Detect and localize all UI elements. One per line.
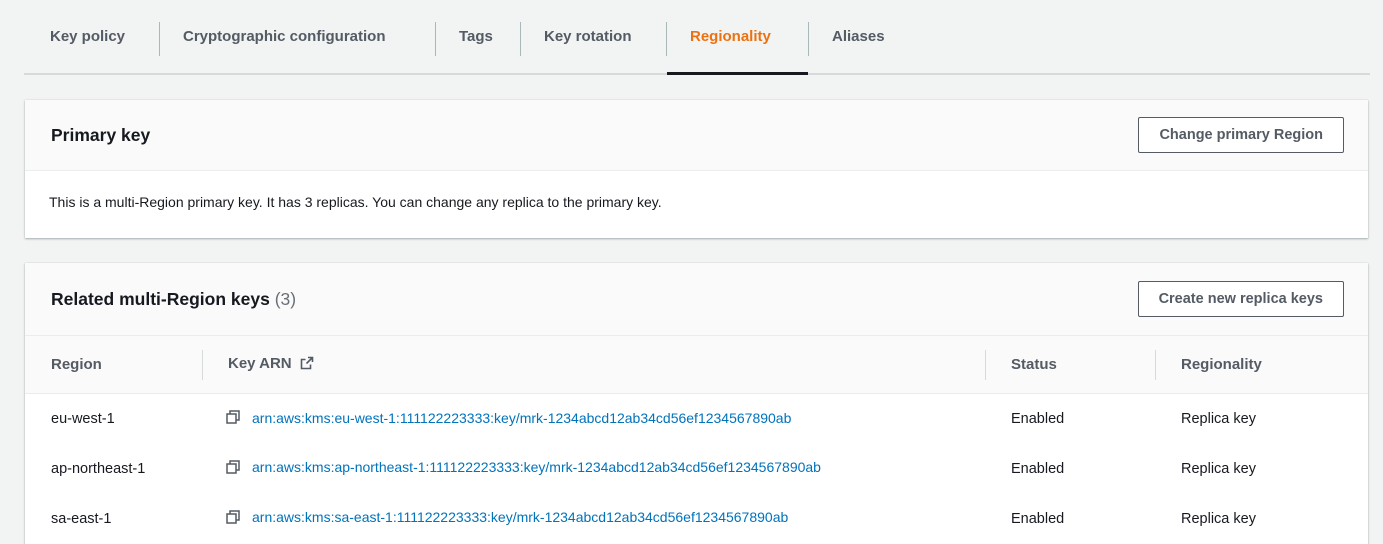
- cell-key-arn: arn:aws:kms:eu-west-1:111122223333:key/m…: [202, 394, 985, 444]
- copy-icon[interactable]: [226, 509, 240, 528]
- related-keys-panel: Related multi-Region keys (3) Create new…: [25, 263, 1368, 544]
- column-header-label: Status: [1011, 356, 1057, 373]
- cell-status: Enabled: [1011, 410, 1065, 427]
- column-header-label: Key ARN: [228, 355, 292, 373]
- external-link-icon: [300, 356, 314, 374]
- tab-bar: Key policy Cryptographic configuration T…: [24, 0, 1370, 75]
- tab-regionality[interactable]: Regionality: [666, 0, 808, 75]
- tab-label: Key policy: [50, 28, 126, 45]
- key-arn-link[interactable]: arn:aws:kms:ap-northeast-1:111122223333:…: [252, 459, 821, 475]
- table-row: sa-east-1 arn:aws:kms:sa-east-1:11112222…: [25, 494, 1368, 544]
- tab-key-policy[interactable]: Key policy: [24, 0, 159, 73]
- tab-label: Key rotation: [544, 28, 632, 45]
- copy-icon[interactable]: [226, 410, 240, 428]
- cell-regionality: Replica key: [1181, 510, 1256, 527]
- table-row: eu-west-1 arn:aws:kms:eu-west-1:11112222…: [25, 394, 1368, 444]
- cell-status: Enabled: [1011, 510, 1065, 527]
- related-keys-title: Related multi-Region keys (3): [51, 289, 296, 310]
- column-header-regionality[interactable]: Regionality: [1155, 335, 1368, 394]
- primary-key-description: This is a multi-Region primary key. It h…: [49, 194, 662, 210]
- related-keys-table: Region Key ARN Status Regionality eu-wes…: [25, 335, 1368, 544]
- cell-status: Enabled: [1011, 460, 1065, 477]
- tab-label: Tags: [459, 28, 493, 45]
- related-keys-count: (3): [274, 288, 297, 309]
- primary-key-panel: Primary key Change primary Region This i…: [25, 100, 1368, 238]
- cell-key-arn: arn:aws:kms:ap-northeast-1:111122223333:…: [202, 444, 985, 494]
- tab-label: Aliases: [832, 28, 885, 45]
- key-arn-link[interactable]: arn:aws:kms:eu-west-1:111122223333:key/m…: [252, 410, 791, 426]
- cell-regionality: Replica key: [1181, 410, 1256, 427]
- column-header-label: Regionality: [1181, 356, 1262, 373]
- primary-key-title: Primary key: [51, 124, 151, 145]
- tab-aliases[interactable]: Aliases: [808, 0, 913, 73]
- column-header-status[interactable]: Status: [985, 335, 1155, 394]
- related-keys-title-text: Related multi-Region keys: [51, 288, 270, 309]
- column-header-key-arn[interactable]: Key ARN: [202, 335, 985, 394]
- cell-key-arn: arn:aws:kms:sa-east-1:111122223333:key/m…: [202, 494, 985, 544]
- column-header-label: Region: [51, 356, 102, 373]
- cell-region: sa-east-1: [51, 510, 112, 527]
- copy-icon[interactable]: [226, 459, 240, 478]
- column-header-region[interactable]: Region: [25, 335, 202, 394]
- cell-regionality: Replica key: [1181, 460, 1256, 477]
- tab-tags[interactable]: Tags: [435, 0, 520, 73]
- related-keys-header: Related multi-Region keys (3) Create new…: [25, 263, 1368, 335]
- cell-region: ap-northeast-1: [51, 460, 146, 477]
- tab-label: Regionality: [690, 28, 771, 45]
- tab-key-rotation[interactable]: Key rotation: [520, 0, 666, 73]
- table-row: ap-northeast-1 arn:aws:kms:ap-northeast-…: [25, 444, 1368, 494]
- cell-region: eu-west-1: [51, 410, 115, 427]
- table-header-row: Region Key ARN Status Regionality: [25, 335, 1368, 394]
- create-replica-keys-button[interactable]: Create new replica keys: [1137, 281, 1344, 317]
- primary-key-header: Primary key Change primary Region: [25, 100, 1368, 171]
- key-arn-link[interactable]: arn:aws:kms:sa-east-1:111122223333:key/m…: [252, 509, 788, 525]
- tab-label: Cryptographic configuration: [183, 28, 386, 45]
- change-primary-region-button[interactable]: Change primary Region: [1138, 117, 1344, 153]
- tab-cryptographic-configuration[interactable]: Cryptographic configuration: [159, 0, 435, 73]
